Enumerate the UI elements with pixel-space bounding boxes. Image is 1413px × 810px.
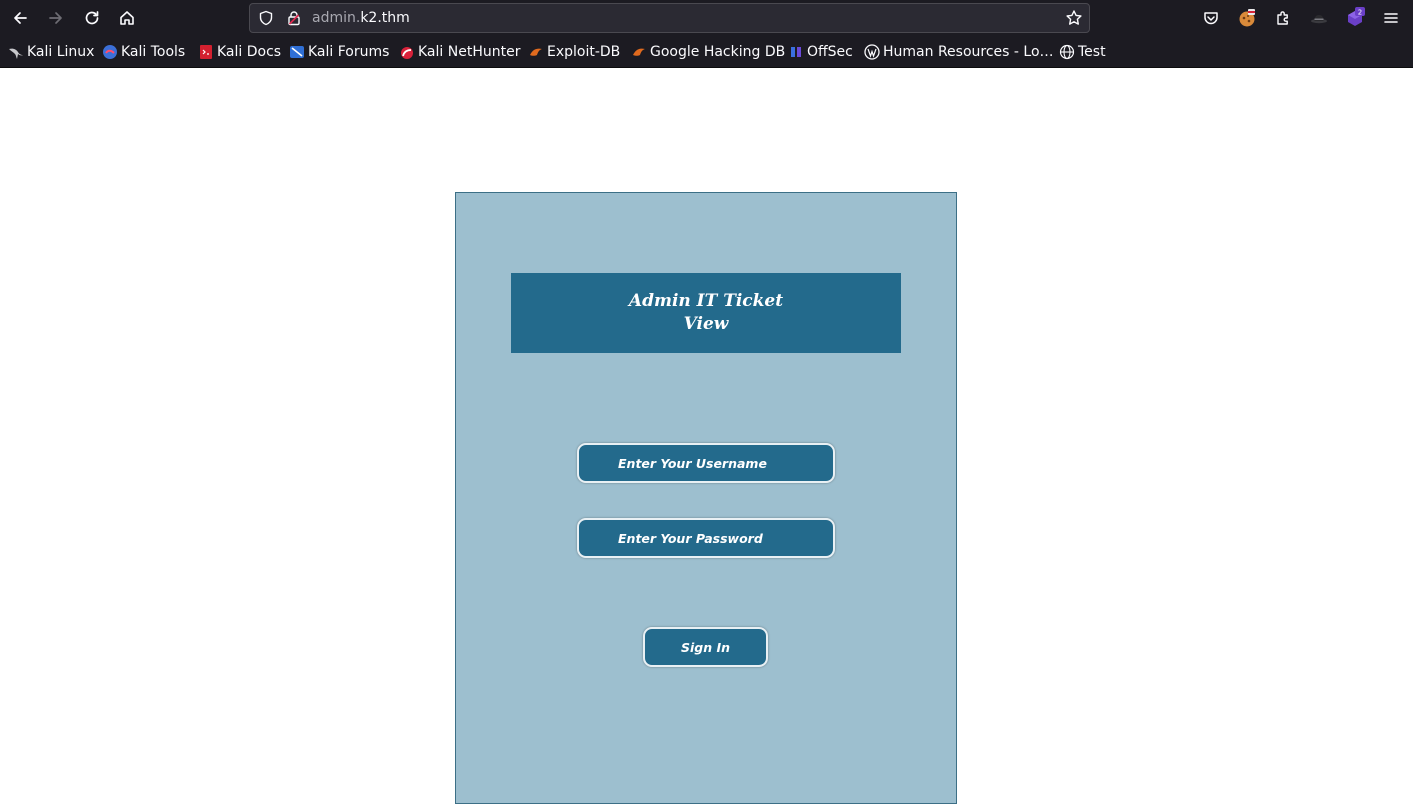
url-host-domain: k2.thm [360,10,410,26]
back-arrow-icon[interactable] [7,5,33,31]
extensions-puzzle-icon[interactable] [1272,7,1294,29]
globe-icon [1059,44,1075,60]
cookie-extension-icon[interactable] [1236,7,1258,29]
purple-extension-icon[interactable]: 2 [1344,7,1366,29]
bookmark-google-hacking-db[interactable]: Google Hacking DB [631,43,785,61]
bookmark-exploit-db[interactable]: Exploit-DB [528,43,620,61]
bookmark-label: Kali NetHunter [418,44,521,60]
browser-toolbar: admin.k2.thm 2 [0,0,1413,36]
kali-forums-icon [290,46,304,58]
url-text[interactable]: admin.k2.thm [312,10,410,26]
page-title: Admin IT Ticket View [628,291,784,334]
login-card: Admin IT Ticket View Sign In [455,192,957,804]
exploit-db-icon [530,48,542,56]
bookmark-label: Test [1078,44,1106,60]
bookmark-label: Exploit-DB [547,44,621,60]
hat-extension-icon[interactable] [1308,7,1330,29]
bookmark-offsec[interactable]: OffSec [788,43,853,61]
reload-icon[interactable] [79,5,105,31]
url-bar[interactable]: admin.k2.thm [249,3,1090,33]
kali-tools-icon [103,45,117,59]
bookmark-kali-nethunter[interactable]: Kali NetHunter [399,43,520,61]
hamburger-menu-icon[interactable] [1380,7,1402,29]
bookmark-human-resources[interactable]: Human Resources - Lo… [864,43,1054,61]
page-viewport: Admin IT Ticket View Sign In [0,69,1413,810]
bookmarks-toolbar: Kali Linux Kali Tools Kali Docs Kali For… [0,36,1413,68]
password-input[interactable] [579,520,833,556]
bookmark-kali-linux[interactable]: Kali Linux [8,43,94,61]
bookmark-label: Kali Linux [27,44,95,60]
home-icon[interactable] [114,5,140,31]
username-field[interactable] [577,443,835,483]
bookmark-label: Human Resources - Lo… [883,44,1054,60]
bookmark-label: Kali Forums [308,44,390,60]
kali-docs-icon [200,45,212,59]
extensions-badge: 2 [1358,8,1362,16]
bookmark-label: Kali Tools [121,44,186,60]
wordpress-icon [864,44,880,60]
kali-dragon-icon [9,48,23,59]
kali-nethunter-icon [401,47,413,59]
pocket-icon[interactable] [1200,7,1222,29]
google-hacking-db-icon [633,48,645,56]
bookmark-kali-tools[interactable]: Kali Tools [102,43,185,61]
title-banner: Admin IT Ticket View [511,273,901,353]
bookmark-kali-docs[interactable]: Kali Docs [198,43,281,61]
sign-in-button[interactable]: Sign In [643,627,768,667]
bookmark-label: OffSec [807,44,853,60]
url-host-prefix: admin. [312,10,361,26]
username-input[interactable] [579,445,833,481]
bookmark-label: Kali Docs [217,44,282,60]
bookmark-label: Google Hacking DB [650,44,786,60]
bookmark-test[interactable]: Test [1059,43,1106,61]
forward-arrow-icon[interactable] [43,5,69,31]
lock-icon[interactable] [286,10,302,26]
password-field[interactable] [577,518,835,558]
star-icon[interactable] [1065,9,1083,27]
tracking-shield-icon[interactable] [258,10,274,26]
bookmark-kali-forums[interactable]: Kali Forums [289,43,389,61]
offsec-icon [791,47,801,57]
